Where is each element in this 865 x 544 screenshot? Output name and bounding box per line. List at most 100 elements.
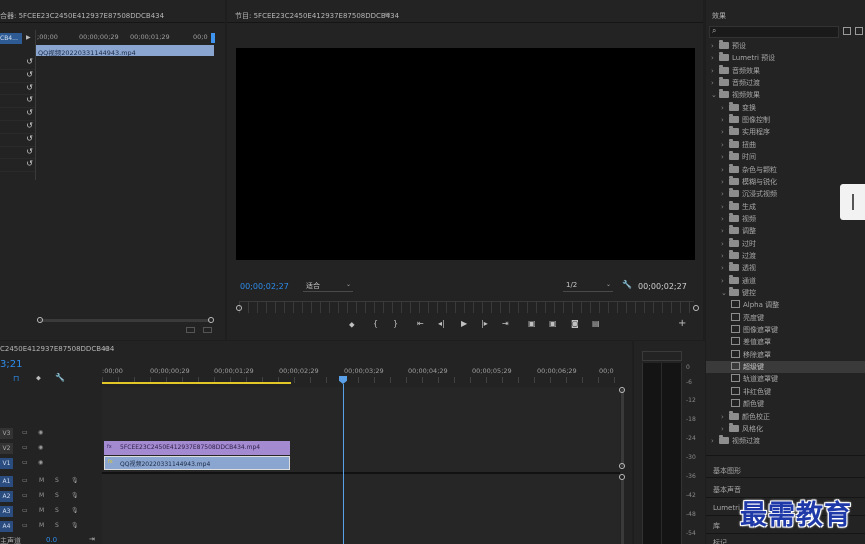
mute-button[interactable]: M bbox=[39, 477, 44, 484]
export-frame-icon[interactable]: ◙ bbox=[571, 319, 579, 328]
track-label[interactable]: V3 bbox=[0, 428, 13, 439]
essential-sound-panel-tab[interactable]: 基本声音 bbox=[713, 485, 741, 495]
track-label[interactable]: A2 bbox=[0, 491, 13, 502]
undo-icon[interactable]: ↺ bbox=[26, 134, 33, 143]
chevron-right-icon[interactable]: › bbox=[721, 225, 729, 237]
effects-tree-item[interactable]: ⌄ 视频效果 bbox=[706, 89, 865, 101]
effects-tree-item[interactable]: 超级键 bbox=[706, 361, 865, 374]
essential-graphics-panel-tab[interactable]: 基本图形 bbox=[713, 466, 741, 476]
chevron-right-icon[interactable]: › bbox=[721, 213, 729, 225]
effects-tree-item[interactable]: › 预设 bbox=[706, 40, 865, 52]
effects-tree-item[interactable]: › 颜色校正 bbox=[706, 410, 865, 423]
go-to-out-icon[interactable]: ⇥ bbox=[502, 319, 509, 328]
effects-tree-item[interactable]: › 实用程序 bbox=[706, 126, 865, 138]
work-area-bar[interactable] bbox=[102, 382, 291, 384]
wrench-icon[interactable]: 🔧 bbox=[622, 280, 632, 289]
eye-icon[interactable]: ◉ bbox=[38, 444, 43, 451]
accelerated-effects-icon[interactable] bbox=[855, 27, 863, 35]
add-button-icon[interactable]: + bbox=[678, 318, 686, 329]
chevron-right-icon[interactable]: › bbox=[721, 250, 729, 262]
wrench-icon[interactable]: 🔧 bbox=[55, 373, 65, 382]
chevron-down-icon[interactable]: ⌄ bbox=[711, 89, 719, 101]
play-icon[interactable]: ▶ bbox=[461, 319, 467, 328]
expand-arrow-icon[interactable]: ▶ bbox=[26, 34, 31, 41]
chevron-right-icon[interactable]: › bbox=[721, 411, 729, 423]
chevron-right-icon[interactable]: › bbox=[711, 77, 719, 89]
undo-icon[interactable]: ↺ bbox=[26, 147, 33, 156]
solo-button[interactable]: S bbox=[55, 477, 59, 484]
mute-button[interactable]: M bbox=[39, 492, 44, 499]
track-label[interactable]: V2 bbox=[0, 443, 13, 454]
add-marker-icon[interactable]: ⬥ bbox=[349, 320, 355, 330]
chevron-right-icon[interactable]: › bbox=[721, 188, 729, 200]
panel-toggle-button[interactable] bbox=[840, 184, 865, 220]
marker-icon[interactable]: ⬥ bbox=[36, 374, 41, 383]
effects-tree-item[interactable]: › 杂色与颗粒 bbox=[706, 163, 865, 176]
effects-tree-item[interactable]: › 调整 bbox=[706, 225, 865, 237]
effects-tree-item[interactable]: › 视频过渡 bbox=[706, 435, 865, 447]
solo-button[interactable]: S bbox=[55, 492, 59, 499]
chevron-right-icon[interactable]: › bbox=[721, 139, 729, 151]
undo-icon[interactable]: ↺ bbox=[26, 83, 33, 92]
undo-icon[interactable]: ↺ bbox=[26, 70, 33, 79]
chevron-right-icon[interactable]: › bbox=[711, 65, 719, 77]
chevron-right-icon[interactable]: › bbox=[721, 102, 729, 114]
scroll-handle-icon[interactable] bbox=[236, 305, 242, 311]
mark-out-icon[interactable]: } bbox=[393, 319, 398, 328]
effects-tree-item[interactable]: › 过时 bbox=[706, 237, 865, 250]
effects-tree-item[interactable]: ⌄ 键控 bbox=[706, 287, 865, 299]
eye-icon[interactable]: ◉ bbox=[38, 429, 43, 436]
chevron-right-icon[interactable]: › bbox=[721, 176, 729, 188]
snap-icon[interactable]: ⊓ bbox=[13, 374, 19, 383]
go-to-end-icon[interactable]: ⇥ bbox=[89, 535, 95, 543]
compare-view-icon[interactable]: ▤ bbox=[592, 319, 600, 328]
effects-tree-item[interactable]: › 音频效果 bbox=[706, 64, 865, 77]
program-scrub-bar[interactable] bbox=[239, 301, 694, 313]
film-icon[interactable]: ▭ bbox=[22, 429, 28, 436]
mark-in-icon[interactable]: { bbox=[373, 319, 378, 328]
chevron-right-icon[interactable]: › bbox=[721, 238, 729, 250]
libraries-panel-tab[interactable]: 库 bbox=[713, 521, 720, 531]
program-timecode[interactable]: 00;00;02;27 bbox=[240, 282, 289, 291]
solo-button[interactable]: S bbox=[55, 507, 59, 514]
source-ruler[interactable]: ;00;00 00;00;00;29 00;00;01;29 00;0 bbox=[35, 30, 215, 44]
effects-tree-item[interactable]: 非红色键 bbox=[706, 386, 865, 398]
effects-tree-item[interactable]: 亮度键 bbox=[706, 312, 865, 324]
effects-tree-item[interactable]: › Lumetri 预设 bbox=[706, 52, 865, 64]
effects-search-input[interactable]: ⌕ bbox=[709, 26, 839, 38]
chevron-right-icon[interactable]: › bbox=[711, 435, 719, 447]
program-video-frame[interactable] bbox=[236, 48, 695, 260]
resolution-dropdown[interactable]: 1/2 ⌄ bbox=[563, 280, 613, 292]
effects-tree-item[interactable]: 颜色键 bbox=[706, 398, 865, 410]
effects-tree-item[interactable]: 移除遮罩 bbox=[706, 349, 865, 361]
sequence-tab[interactable]: CB4... bbox=[0, 33, 22, 44]
chevron-right-icon[interactable]: › bbox=[711, 52, 719, 64]
solo-button[interactable]: S bbox=[55, 522, 59, 529]
undo-icon[interactable]: ↺ bbox=[26, 57, 33, 66]
film-icon[interactable]: ▭ bbox=[22, 459, 28, 466]
lift-icon[interactable]: ▣ bbox=[528, 319, 536, 328]
extract-icon[interactable] bbox=[203, 327, 212, 333]
track-label[interactable]: A3 bbox=[0, 506, 13, 517]
timeline-vertical-scrollbar[interactable] bbox=[621, 389, 624, 467]
effects-tree-item[interactable]: › 音频过渡 bbox=[706, 77, 865, 89]
clip-v1[interactable]: fx QQ视频20220331144943.mp4 bbox=[104, 456, 290, 470]
effects-tree-item[interactable]: › 扭曲 bbox=[706, 138, 865, 151]
master-track-value[interactable]: 0.0 bbox=[46, 536, 57, 544]
microphone-icon[interactable]: 🎙 bbox=[71, 507, 79, 514]
undo-icon[interactable]: ↺ bbox=[26, 95, 33, 104]
source-scrollbar[interactable] bbox=[40, 319, 210, 322]
undo-icon[interactable]: ↺ bbox=[26, 159, 33, 168]
chevron-down-icon[interactable]: ⌄ bbox=[721, 287, 729, 299]
track-label[interactable]: A4 bbox=[0, 521, 13, 532]
effects-tree-item[interactable]: › 变换 bbox=[706, 101, 865, 114]
scroll-handle-icon[interactable] bbox=[619, 463, 625, 469]
panel-menu-icon[interactable]: ≡ bbox=[384, 10, 391, 19]
film-icon[interactable]: ▭ bbox=[22, 522, 28, 529]
chevron-right-icon[interactable]: › bbox=[721, 201, 729, 213]
microphone-icon[interactable]: 🎙 bbox=[71, 477, 79, 484]
source-clip-bar[interactable]: QQ视频20220331144943.mp4 bbox=[36, 45, 214, 57]
film-icon[interactable]: ▭ bbox=[22, 492, 28, 499]
scroll-handle-icon[interactable] bbox=[619, 387, 625, 393]
chevron-right-icon[interactable]: › bbox=[721, 126, 729, 138]
